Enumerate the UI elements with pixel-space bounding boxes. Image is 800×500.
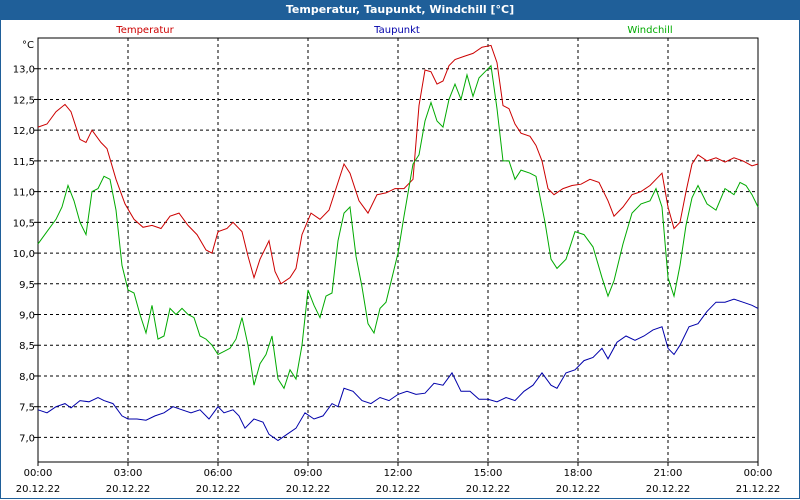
y-tick-label: 7,0 [19,433,35,444]
y-tick-label: 10,0 [13,249,35,260]
x-tick-date: 20.12.22 [376,484,421,495]
x-tick-date: 20.12.22 [556,484,601,495]
x-tick-time: 00:00 [744,468,773,479]
x-tick-date: 20.12.22 [106,484,151,495]
y-tick-label: 7,5 [19,403,35,414]
y-tick-label: 9,5 [19,280,35,291]
x-tick-date: 20.12.22 [646,484,691,495]
x-tick-date: 20.12.22 [286,484,331,495]
y-tick-label: 11,0 [13,188,35,199]
x-tick-date: 20.12.22 [196,484,241,495]
y-axis-label: °C [22,40,34,51]
x-tick-time: 09:00 [294,468,323,479]
chart-canvas: 7,0 7,5 8,0 8,5 9,0 9,5 10,0 10,5 11,0 11,5 12,0 12… [13,25,781,495]
legend-entry-taupunkt: Taupunkt [373,25,420,36]
legend-entry-temperatur: Temperatur [115,25,174,36]
legend-entry-windchill: Windchill [627,25,672,36]
x-tick-time: 00:00 [24,468,53,479]
x-tick-date: 21.12.22 [736,484,781,495]
y-tick-label: 13,0 [13,65,35,76]
y-tick-label: 8,5 [19,341,35,352]
y-tick-label: 9,0 [19,311,35,322]
x-tick-time: 15:00 [474,468,503,479]
x-tick-date: 20.12.22 [16,484,61,495]
x-tick-time: 06:00 [204,468,233,479]
x-tick-date: 20.12.22 [466,484,511,495]
x-tick-time: 12:00 [384,468,413,479]
y-tick-label: 8,0 [19,372,35,383]
y-tick-label: 11,5 [13,157,35,168]
y-tick-label: 12,5 [13,95,35,106]
x-tick-time: 21:00 [654,468,683,479]
y-tick-label: 10,5 [13,218,35,229]
x-tick-time: 18:00 [564,468,593,479]
y-tick-label: 12,0 [13,126,35,137]
x-tick-time: 03:00 [114,468,143,479]
